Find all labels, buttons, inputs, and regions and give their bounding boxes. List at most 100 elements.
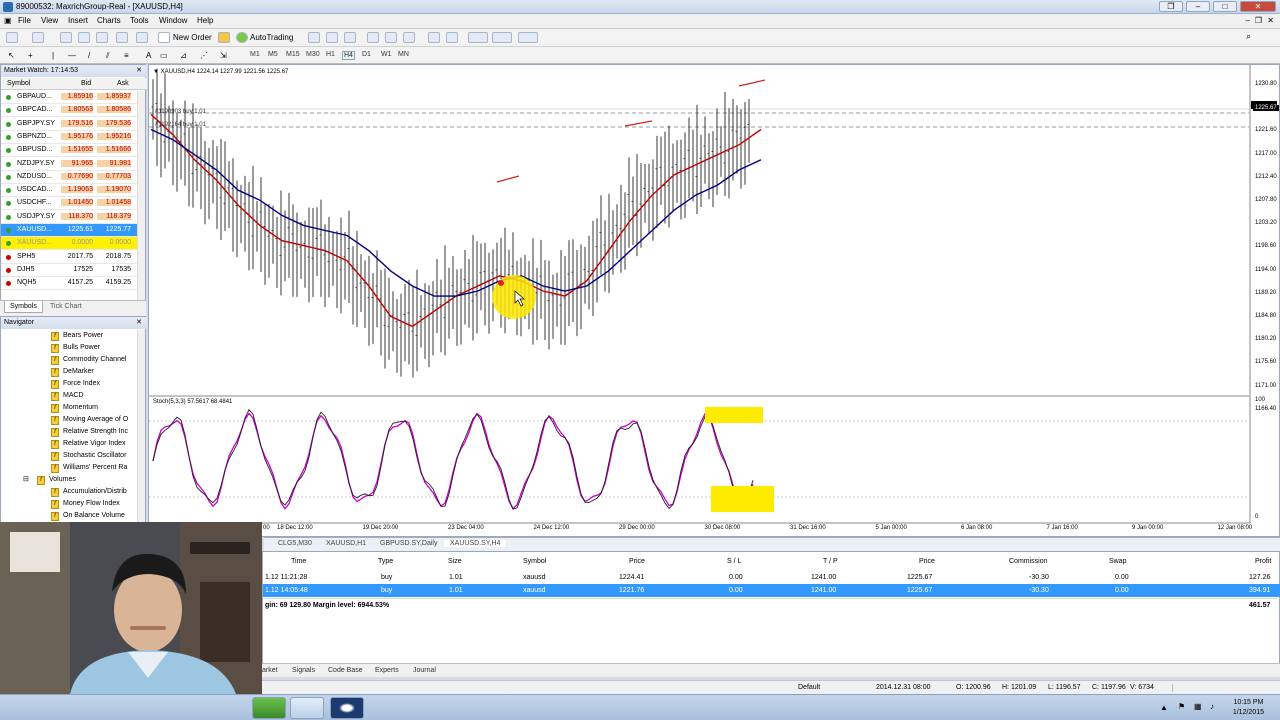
- periods-icon[interactable]: [492, 32, 512, 43]
- tab-journal[interactable]: Journal: [413, 667, 436, 674]
- market-watch-scrollbar[interactable]: [137, 91, 145, 317]
- app-icon[interactable]: [252, 697, 286, 719]
- zoom-in-icon[interactable]: [367, 32, 379, 43]
- market-watch-row[interactable]: GBPAUD... 1.85916 1.85937: [1, 91, 137, 104]
- menu-file[interactable]: File: [18, 16, 31, 25]
- crosshair-icon[interactable]: +: [28, 51, 33, 60]
- arrows-icon[interactable]: ⇲: [220, 51, 227, 60]
- column-ask[interactable]: Ask: [117, 80, 129, 87]
- market-watch-row[interactable]: USDCHF... 1.01450 1.01458: [1, 197, 137, 211]
- column-swap[interactable]: Swap: [1109, 558, 1127, 565]
- close-button[interactable]: ✕: [1240, 1, 1276, 12]
- market-watch-row[interactable]: SPH5 2017.75 2018.75: [1, 251, 137, 264]
- mdi-restore-icon[interactable]: ❐: [1255, 16, 1262, 25]
- market-watch-row[interactable]: GBPCAD... 1.80563 1.80586: [1, 104, 137, 118]
- menu-charts[interactable]: Charts: [97, 16, 121, 25]
- market-watch-row[interactable]: DJH5 17525 17535: [1, 264, 137, 277]
- column-bid[interactable]: Bid: [81, 80, 91, 87]
- flag-icon[interactable]: ⚑: [1178, 702, 1185, 711]
- column-commission[interactable]: Commission: [1009, 558, 1048, 565]
- column-tp[interactable]: T / P: [823, 558, 838, 565]
- text-icon[interactable]: A: [146, 51, 151, 60]
- chart-tab-active[interactable]: XAUUSD.SY,H4: [444, 540, 507, 547]
- chart-tab[interactable]: CLG5,M30: [272, 540, 318, 547]
- vertical-line-icon[interactable]: |: [52, 51, 54, 60]
- menu-view[interactable]: View: [41, 16, 58, 25]
- cursor-icon[interactable]: ↖: [8, 51, 15, 60]
- column-symbol[interactable]: Symbol: [523, 558, 546, 565]
- tab-code-base[interactable]: Code Base: [328, 667, 363, 674]
- tab-tick-chart[interactable]: Tick Chart: [50, 303, 82, 310]
- column-current-price[interactable]: Price: [919, 558, 935, 565]
- timeframe-m15[interactable]: M15: [286, 51, 300, 58]
- column-sl[interactable]: S / L: [727, 558, 741, 565]
- chart-window[interactable]: ▼ XAUUSD,H4 1224.14 1227.99 1221.56 1225…: [148, 64, 1280, 537]
- timeframe-h1[interactable]: H1: [326, 51, 335, 58]
- market-watch-row[interactable]: GBPNZD... 1.95176 1.95216: [1, 131, 137, 144]
- label-icon[interactable]: ▭: [160, 51, 168, 60]
- chart-tab[interactable]: XAUUSD,H1: [320, 540, 372, 547]
- market-watch-row[interactable]: USDCAD... 1.19063 1.19070: [1, 184, 137, 198]
- column-profit[interactable]: Profit: [1255, 558, 1271, 565]
- network-icon[interactable]: ▦: [1194, 702, 1202, 711]
- market-watch-row[interactable]: XAUUSD... 0.0000 0.0000: [1, 237, 137, 251]
- timeframe-h4[interactable]: H4: [342, 51, 355, 60]
- templates-icon[interactable]: [518, 32, 538, 43]
- chart-shift-icon[interactable]: [428, 32, 440, 43]
- shapes-icon[interactable]: ⊿: [180, 51, 187, 60]
- timeframe-mn[interactable]: MN: [398, 51, 409, 58]
- menu-window[interactable]: Window: [159, 16, 187, 25]
- navigator-scrollbar[interactable]: [137, 330, 145, 522]
- tab-experts[interactable]: Experts: [375, 667, 399, 674]
- new-order-button[interactable]: New Order: [173, 33, 212, 42]
- gann-icon[interactable]: ⋰: [200, 51, 208, 60]
- tab-market[interactable]: arket: [262, 667, 278, 674]
- new-chart-icon[interactable]: [6, 32, 18, 43]
- app-menu-icon[interactable]: ▣: [4, 16, 12, 25]
- market-watch-row[interactable]: NQH5 4157.25 4159.25: [1, 277, 137, 291]
- indicators-icon[interactable]: [468, 32, 488, 43]
- timeframe-w1[interactable]: W1: [381, 51, 392, 58]
- strategy-tester-icon[interactable]: [136, 32, 148, 43]
- market-watch-row[interactable]: NZDJPY.SY 91.965 91.981: [1, 158, 137, 171]
- market-watch-row[interactable]: GBPUSD... 1.51655 1.51666: [1, 144, 137, 158]
- minimize-button[interactable]: –: [1186, 1, 1210, 12]
- navigator-icon[interactable]: [96, 32, 108, 43]
- chart-tab[interactable]: GBPUSD.SY,Daily: [374, 540, 443, 547]
- channel-icon[interactable]: ⫽: [106, 51, 110, 61]
- tile-windows-icon[interactable]: [403, 32, 415, 43]
- collapse-icon[interactable]: ⊟: [23, 475, 29, 483]
- autoscroll-icon[interactable]: [446, 32, 458, 43]
- line-chart-icon[interactable]: [344, 32, 356, 43]
- menu-insert[interactable]: Insert: [68, 16, 88, 25]
- autotrading-button[interactable]: AutoTrading: [250, 33, 293, 42]
- search-icon[interactable]: ⌕: [1246, 31, 1251, 42]
- terminal-icon[interactable]: [116, 32, 128, 43]
- column-symbol[interactable]: Symbol: [7, 80, 30, 87]
- volume-icon[interactable]: ♪: [1210, 702, 1214, 711]
- close-icon[interactable]: ✕: [136, 66, 142, 74]
- horizontal-line-icon[interactable]: —: [68, 51, 76, 60]
- fibonacci-icon[interactable]: ≡: [124, 51, 129, 60]
- mdi-minimize-icon[interactable]: –: [1246, 16, 1250, 25]
- timeframe-m5[interactable]: M5: [268, 51, 278, 58]
- menu-help[interactable]: Help: [197, 16, 213, 25]
- timeframe-m1[interactable]: M1: [250, 51, 260, 58]
- candlesticks-icon[interactable]: [326, 32, 338, 43]
- market-watch-row[interactable]: XAUUSD... 1225.61 1225.77: [1, 224, 137, 237]
- market-watch-icon[interactable]: [60, 32, 72, 43]
- tray-arrow-icon[interactable]: ▲: [1160, 703, 1168, 712]
- market-watch-row[interactable]: USDJPY.SY 118.370 118.379: [1, 211, 137, 224]
- app-icon[interactable]: [290, 697, 324, 719]
- market-watch-row[interactable]: GBPJPY.SY 179.516 179.536: [1, 118, 137, 131]
- column-type[interactable]: Type: [378, 558, 393, 565]
- mdi-close-icon[interactable]: ✕: [1267, 16, 1274, 25]
- data-window-icon[interactable]: [78, 32, 90, 43]
- menu-tools[interactable]: Tools: [130, 16, 149, 25]
- maximize-button[interactable]: □: [1213, 1, 1237, 12]
- zoom-out-icon[interactable]: [385, 32, 397, 43]
- restore-icon[interactable]: ❐: [1159, 1, 1183, 12]
- tab-signals[interactable]: Signals: [292, 667, 315, 674]
- trendline-icon[interactable]: /: [88, 51, 90, 60]
- bar-chart-icon[interactable]: [308, 32, 320, 43]
